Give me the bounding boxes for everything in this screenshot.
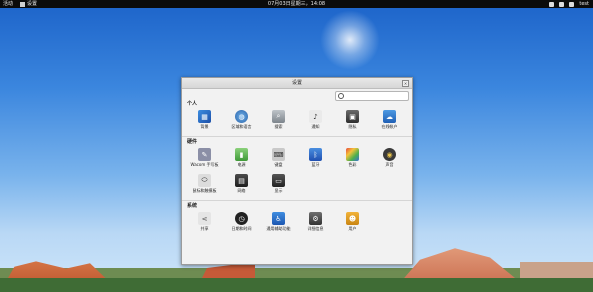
settings-window: 设置 ✕ 个人 ▦ 背景 ◍ 区域和语言 ⌕ 搜索 ♪ 通知 ▣ 隐私 ☁ 在线… <box>181 77 413 265</box>
personal-grid: ▦ 背景 ◍ 区域和语言 ⌕ 搜索 ♪ 通知 ▣ 隐私 ☁ 在线帐户 <box>182 108 412 134</box>
settings-item-label: 鼠标和触摸板 <box>192 188 217 193</box>
keyboard-icon: ⌨ <box>272 148 285 161</box>
wacom-icon: ✎ <box>198 148 211 161</box>
system-grid: ⋖ 共享 ◷ 日期和时间 ♿ 通用辅助功能 ⚙ 详细信息 ☻ 用户 <box>182 210 412 236</box>
settings-item-keyboard[interactable]: ⌨ 键盘 <box>260 146 297 172</box>
section-title-system: 系统 <box>187 203 198 209</box>
settings-item-color[interactable]: 色彩 <box>334 146 371 172</box>
info-icon: ⚙ <box>309 212 322 225</box>
settings-item-users[interactable]: ☻ 用户 <box>334 210 371 236</box>
clock[interactable]: 07月03日星期三，14:08 <box>0 0 593 8</box>
settings-item-label: 网络 <box>237 188 246 193</box>
settings-item-bluetooth[interactable]: ᛒ 蓝牙 <box>297 146 334 172</box>
settings-item-label: 通用辅助功能 <box>266 226 291 231</box>
settings-item-display[interactable]: ▭ 显示 <box>260 172 297 198</box>
settings-item-sound[interactable]: ◉ 声音 <box>371 146 408 172</box>
section-divider <box>182 200 412 201</box>
accounts-icon: ☁ <box>383 110 396 123</box>
settings-item-online-accounts[interactable]: ☁ 在线帐户 <box>371 108 408 134</box>
settings-item-label: 共享 <box>200 226 209 231</box>
settings-item-label: 用户 <box>348 226 357 231</box>
settings-item-label: 蓝牙 <box>311 162 320 167</box>
settings-item-mouse[interactable]: ⬭ 鼠标和触摸板 <box>186 172 223 198</box>
volume-tray-icon[interactable] <box>569 1 575 7</box>
settings-item-details[interactable]: ⚙ 详细信息 <box>297 210 334 236</box>
settings-item-network[interactable]: ▤ 网络 <box>223 172 260 198</box>
close-icon[interactable]: ✕ <box>402 80 409 87</box>
search-icon: ⌕ <box>272 110 285 123</box>
trees <box>0 278 593 292</box>
section-divider <box>182 136 412 137</box>
privacy-icon: ▣ <box>346 110 359 123</box>
settings-item-label: Wacom 手写板 <box>190 162 219 167</box>
settings-item-search[interactable]: ⌕ 搜索 <box>260 108 297 134</box>
bluetooth-icon: ᛒ <box>309 148 322 161</box>
accessibility-icon: ♿ <box>272 212 285 225</box>
clock-icon: ◷ <box>235 212 248 225</box>
power-icon: ▮ <box>235 148 248 161</box>
settings-item-label: 背景 <box>200 124 209 129</box>
settings-item-datetime[interactable]: ◷ 日期和时间 <box>223 210 260 236</box>
settings-item-accessibility[interactable]: ♿ 通用辅助功能 <box>260 210 297 236</box>
hardware-grid: ✎ Wacom 手写板 ▮ 电源 ⌨ 键盘 ᛒ 蓝牙 色彩 ◉ 声音 ⬭ 鼠标和… <box>182 146 412 198</box>
section-title-hardware: 硬件 <box>187 139 198 145</box>
settings-item-label: 电源 <box>237 162 246 167</box>
toolbar <box>182 89 412 101</box>
settings-item-label: 显示 <box>274 188 283 193</box>
settings-item-label: 日期和时间 <box>231 226 252 231</box>
settings-item-privacy[interactable]: ▣ 隐私 <box>334 108 371 134</box>
bell-icon: ♪ <box>309 110 322 123</box>
search-input[interactable] <box>335 91 409 101</box>
display-icon: ▭ <box>272 174 285 187</box>
sound-icon: ◉ <box>383 148 396 161</box>
users-icon: ☻ <box>346 212 359 225</box>
network-tray-icon[interactable] <box>559 1 565 7</box>
window-titlebar[interactable]: 设置 ✕ <box>182 78 412 89</box>
system-tray[interactable]: test <box>549 0 589 8</box>
settings-item-power[interactable]: ▮ 电源 <box>223 146 260 172</box>
settings-item-label: 隐私 <box>348 124 357 129</box>
network-icon: ▤ <box>235 174 248 187</box>
user-menu[interactable]: test <box>579 0 589 8</box>
share-icon: ⋖ <box>198 212 211 225</box>
settings-item-label: 键盘 <box>274 162 283 167</box>
background-icon: ▦ <box>198 110 211 123</box>
mouse-icon: ⬭ <box>198 174 211 187</box>
settings-item-label: 搜索 <box>274 124 283 129</box>
settings-item-label: 在线帐户 <box>381 124 398 129</box>
accessibility-tray-icon[interactable] <box>549 1 555 7</box>
settings-item-sharing[interactable]: ⋖ 共享 <box>186 210 223 236</box>
settings-item-notifications[interactable]: ♪ 通知 <box>297 108 334 134</box>
sun-glare <box>320 10 380 70</box>
settings-item-label: 区域和语言 <box>231 124 252 129</box>
window-title: 设置 <box>291 80 302 86</box>
settings-item-wacom[interactable]: ✎ Wacom 手写板 <box>186 146 223 172</box>
search-icon <box>338 93 344 99</box>
settings-item-label: 色彩 <box>348 162 357 167</box>
section-title-personal: 个人 <box>187 101 198 107</box>
settings-item-label: 通知 <box>311 124 320 129</box>
settings-item-region[interactable]: ◍ 区域和语言 <box>223 108 260 134</box>
top-bar: 活动 设置 07月03日星期三，14:08 test <box>0 0 593 8</box>
globe-icon: ◍ <box>235 110 248 123</box>
settings-item-background[interactable]: ▦ 背景 <box>186 108 223 134</box>
settings-item-label: 声音 <box>385 162 394 167</box>
settings-item-label: 详细信息 <box>307 226 324 231</box>
color-icon <box>346 148 359 161</box>
